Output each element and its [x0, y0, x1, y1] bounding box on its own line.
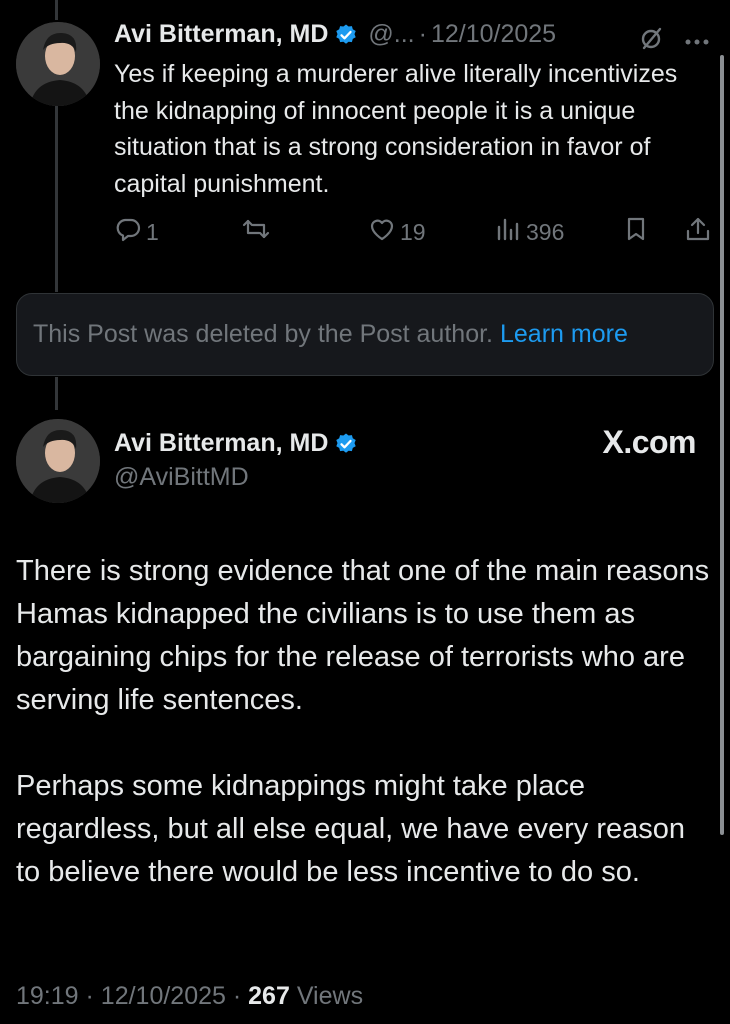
separator-dot: ·	[232, 982, 249, 1010]
reply-icon	[114, 215, 142, 249]
share-button[interactable]	[684, 214, 712, 250]
main-handle[interactable]: @AviBittMD	[114, 463, 249, 492]
post-date[interactable]: 12/10/2025	[101, 982, 226, 1010]
share-icon	[684, 215, 712, 249]
reply-author-name[interactable]: Avi Bitterman, MD	[114, 20, 328, 49]
more-icon[interactable]	[684, 33, 710, 45]
main-post-text: There is strong evidence that one of the…	[16, 550, 716, 937]
post-time[interactable]: 19:19	[16, 982, 79, 1010]
main-paragraph: Perhaps some kidnappings might take plac…	[16, 770, 685, 888]
verified-badge-icon	[334, 23, 358, 47]
deleted-post-text: This Post was deleted by the Post author…	[33, 320, 493, 348]
reply-handle[interactable]: @...	[368, 20, 414, 49]
views-label: Views	[296, 982, 364, 1010]
deleted-post-notice: This Post was deleted by the Post author…	[16, 293, 714, 376]
reply-count: 1	[146, 218, 159, 245]
like-button[interactable]: 19	[368, 214, 426, 250]
thread-line-top	[55, 0, 58, 20]
post-meta: 19:19 · 12/10/2025 · 267 Views	[16, 982, 363, 1011]
reply-header: Avi Bitterman, MD @... · 12/10/2025	[114, 20, 556, 49]
reply-avatar[interactable]	[16, 22, 100, 106]
bookmark-button[interactable]	[622, 214, 650, 250]
views-count: 267	[248, 982, 290, 1010]
scrollbar[interactable]	[720, 55, 724, 835]
main-author-name[interactable]: Avi Bitterman, MD	[114, 429, 328, 458]
views-button[interactable]: 396	[494, 214, 564, 250]
separator-dot: ·	[85, 982, 101, 1010]
main-header: Avi Bitterman, MD	[114, 429, 358, 458]
repost-icon	[242, 215, 270, 249]
reply-text: Yes if keeping a murderer alive literall…	[114, 60, 678, 198]
thread-line-lower	[55, 377, 58, 410]
separator-dot: ·	[418, 20, 427, 48]
repost-button[interactable]	[242, 214, 270, 250]
like-count: 19	[400, 218, 426, 245]
source-watermark: X.com	[602, 424, 696, 460]
like-icon	[368, 215, 396, 249]
reply-button[interactable]: 1	[114, 214, 159, 250]
bookmark-icon	[622, 215, 650, 249]
grok-icon[interactable]	[638, 24, 666, 52]
reply-date[interactable]: 12/10/2025	[431, 20, 556, 49]
main-avatar[interactable]	[16, 419, 100, 503]
views-icon	[494, 215, 522, 249]
page: Avi Bitterman, MD @... · 12/10/2025 Yes …	[0, 0, 730, 1024]
view-count: 396	[526, 218, 565, 245]
learn-more-link[interactable]: Learn more	[500, 320, 628, 349]
verified-badge-icon	[334, 432, 358, 456]
thread-line-middle	[55, 106, 58, 292]
main-paragraph: There is strong evidence that one of the…	[16, 555, 710, 716]
reply-action-bar: 1 19 396	[114, 214, 716, 250]
